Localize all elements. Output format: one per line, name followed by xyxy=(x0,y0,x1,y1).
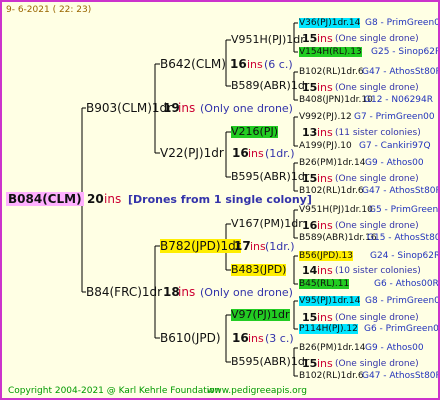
ancestor-tag: G7 - PrimGreen00 xyxy=(354,112,435,122)
ancestor-tag: G47 - AthosSt80R xyxy=(362,371,440,381)
grandparent-note: (1dr.) xyxy=(265,240,295,253)
grandparent-count: 16 xyxy=(232,331,249,345)
ancestor-tag: G9 - Athos00 xyxy=(365,343,424,353)
grandparent-node[interactable]: B642(CLM) xyxy=(160,57,226,71)
ggp-ins-label: ins xyxy=(317,219,333,232)
root-ins-label: ins xyxy=(104,192,122,206)
ggp-count: 15 xyxy=(302,357,318,370)
ancestor-leaf[interactable]: B26(PM)1dr.14 xyxy=(299,343,365,353)
great-grandparent-node[interactable]: V97(PJ)1dr xyxy=(231,309,290,321)
ggp-ins-label: ins xyxy=(317,357,333,370)
ggp-count: 16 xyxy=(302,219,318,232)
great-grandparent-node[interactable]: B589(ABR)1dr xyxy=(231,80,309,92)
grandparent-count: 17 xyxy=(234,239,251,253)
ggp-ins-label: ins xyxy=(317,81,333,94)
ancestor-tag: G47 - AthosSt80R xyxy=(362,67,440,77)
ancestor-leaf[interactable]: B102(RL)1dr.6 xyxy=(299,67,364,77)
ancestor-tag: G6 - Athos00R xyxy=(374,279,439,289)
great-grandparent-node[interactable]: V951H(PJ)1dr xyxy=(231,34,305,46)
ggp-count: 13 xyxy=(302,126,318,139)
grandparent-ins-label: ins xyxy=(248,332,264,345)
ggp-note: (One single drone) xyxy=(335,221,419,231)
ancestor-tag: G5 - PrimGreen00 xyxy=(369,205,439,215)
ancestor-tag: G8 - PrimGreen00 xyxy=(365,18,440,28)
grandparent-note: (3 c.) xyxy=(265,332,294,345)
ggp-ins-label: ins xyxy=(317,311,333,324)
ggp-note: (One single drone) xyxy=(335,83,419,93)
ancestor-tag: G12 - N06294R xyxy=(364,95,434,105)
ggp-ins-label: ins xyxy=(317,126,333,139)
parent-node[interactable]: B84(FRC)1dr xyxy=(86,285,162,299)
parent-node[interactable]: B903(CLM)1dr xyxy=(86,101,172,115)
ggp-count: 14 xyxy=(302,264,318,277)
parent-note: (Only one drone) xyxy=(200,102,293,115)
grandparent-ins-label: ins xyxy=(248,147,264,160)
ancestor-leaf[interactable]: A199(PJ).10 xyxy=(299,141,352,151)
parent-ins-label: ins xyxy=(178,285,196,299)
root-count: 20 xyxy=(87,192,104,206)
ggp-ins-label: ins xyxy=(317,172,333,185)
ancestor-leaf[interactable]: V951H(PJ)1dr.10 xyxy=(299,205,373,215)
ancestor-leaf[interactable]: B102(RL)1dr.6 xyxy=(299,186,364,196)
ggp-ins-label: ins xyxy=(317,32,333,45)
date-stamp: 9- 6-2021 ( 22: 23) xyxy=(6,5,92,15)
ancestor-leaf[interactable]: P114H(PJ).12 xyxy=(299,324,358,334)
copyright-text: Copyright 2004-2021 @ Karl Kehrle Founda… xyxy=(8,386,221,396)
ancestor-leaf[interactable]: B408(JPN)1dr.10 xyxy=(299,95,373,105)
ancestor-tag: G25 - Sinop62R xyxy=(371,47,440,57)
grandparent-note: (6 c.) xyxy=(264,58,293,71)
grandparent-ins-label: ins xyxy=(250,240,266,253)
ggp-count: 15 xyxy=(302,81,318,94)
great-grandparent-node[interactable]: B595(ABR)1dr xyxy=(231,171,309,183)
ggp-note: (11 sister colonies) xyxy=(335,128,421,138)
ggp-note: (One single drone) xyxy=(335,313,419,323)
ancestor-tag: G8 - PrimGreen00 xyxy=(365,296,440,306)
ancestor-leaf[interactable]: V95(PJ)1dr.14 xyxy=(299,296,361,306)
grandparent-node[interactable]: V22(PJ)1dr xyxy=(160,146,224,160)
ancestor-tag: G24 - Sinop62R xyxy=(370,251,440,261)
great-grandparent-node[interactable]: B483(JPD) xyxy=(231,264,287,276)
great-grandparent-node[interactable]: V167(PM)1dr xyxy=(231,218,303,230)
ancestor-tag: G15 - AthosSt80R xyxy=(367,233,440,243)
great-grandparent-node[interactable]: V216(PJ) xyxy=(231,126,278,138)
grandparent-ins-label: ins xyxy=(247,58,263,71)
ggp-count: 15 xyxy=(302,172,318,185)
ancestor-leaf[interactable]: V36(PJ)1dr.14 xyxy=(299,18,361,28)
ggp-note: (10 sister colonies) xyxy=(335,266,421,276)
grandparent-note: (1dr.) xyxy=(265,147,295,160)
grandparent-count: 16 xyxy=(232,146,249,160)
root-note: [Drones from 1 single colony] xyxy=(128,193,312,206)
grandparent-node[interactable]: B782(JPD)1dr xyxy=(160,239,241,253)
great-grandparent-node[interactable]: B595(ABR)1dr xyxy=(231,356,309,368)
ancestor-leaf[interactable]: B45(RL).11 xyxy=(299,279,350,289)
grandparent-count: 16 xyxy=(230,57,247,71)
ancestor-tag: G9 - Athos00 xyxy=(365,158,424,168)
pedigree-chart: 9- 6-2021 ( 22: 23) B084(CLM) 20 ins [Dr… xyxy=(0,0,440,400)
ggp-count: 15 xyxy=(302,32,318,45)
ancestor-tag: G6 - PrimGreen00 xyxy=(364,324,440,334)
ggp-count: 15 xyxy=(302,311,318,324)
site-link[interactable]: www.pedigreeapis.org xyxy=(207,385,307,397)
ggp-note: (One single drone) xyxy=(335,34,419,44)
ancestor-leaf[interactable]: V154H(RL).13 xyxy=(299,47,362,57)
grandparent-node[interactable]: B610(JPD) xyxy=(160,331,221,345)
ggp-note: (One single drone) xyxy=(335,174,419,184)
root-colony-id[interactable]: B084(CLM) xyxy=(6,192,84,206)
ggp-ins-label: ins xyxy=(317,264,333,277)
ancestor-leaf[interactable]: B589(ABR)1dr.16 xyxy=(299,233,377,243)
ggp-note: (One single drone) xyxy=(335,359,419,369)
parent-note: (Only one drone) xyxy=(200,286,293,299)
ancestor-tag: G7 - Cankiri97Q xyxy=(359,141,431,151)
ancestor-leaf[interactable]: B26(PM)1dr.14 xyxy=(299,158,365,168)
parent-ins-label: ins xyxy=(178,101,196,115)
ancestor-leaf[interactable]: B56(JPD).13 xyxy=(299,251,353,261)
ancestor-leaf[interactable]: B102(RL)1dr.6 xyxy=(299,371,364,381)
ancestor-leaf[interactable]: V992(PJ).12 xyxy=(299,112,352,122)
ancestor-tag: G47 - AthosSt80R xyxy=(362,186,440,196)
